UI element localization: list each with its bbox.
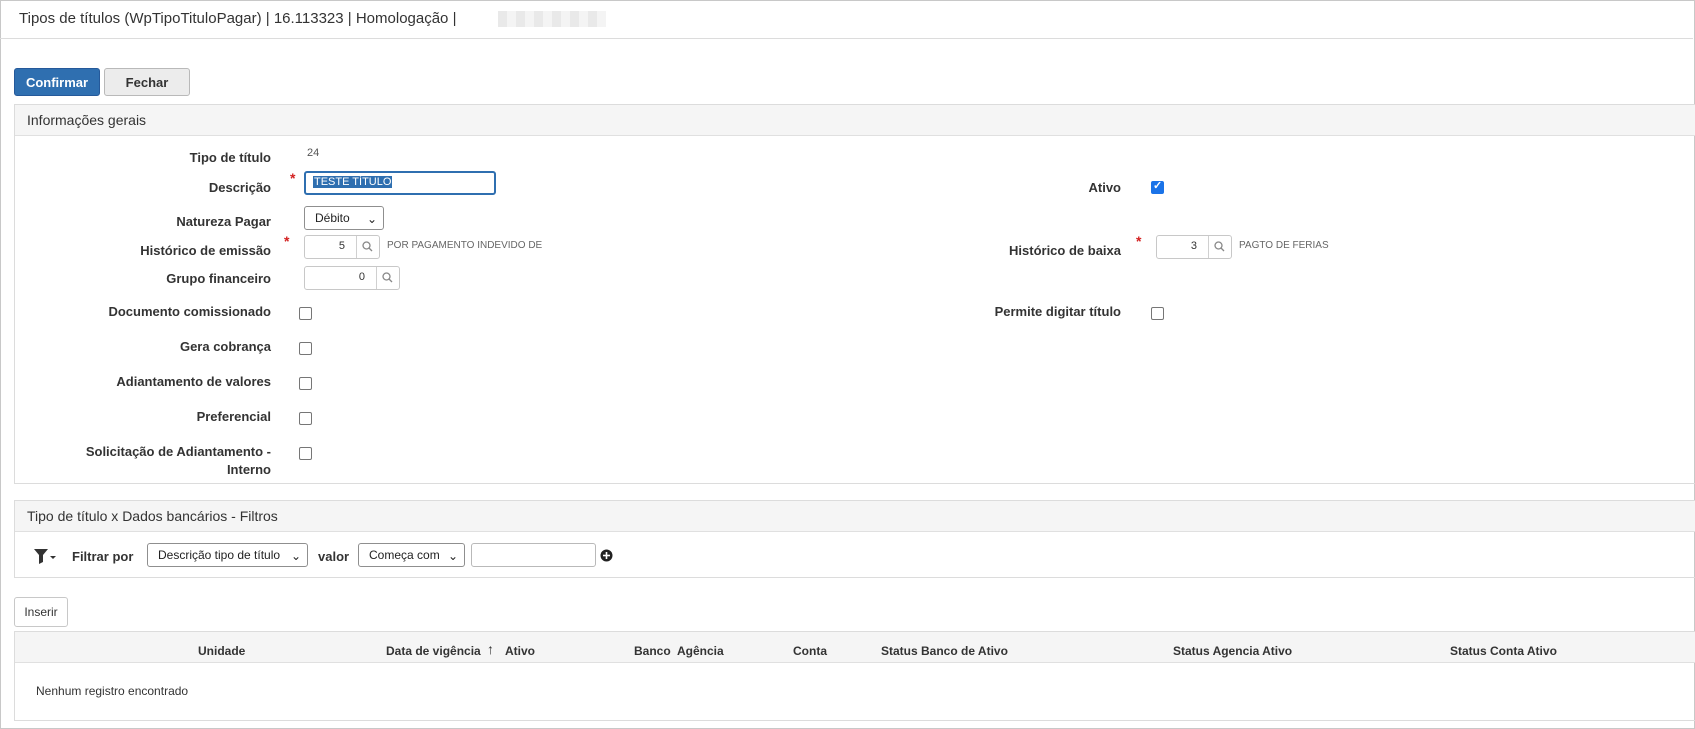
hist-baixa-input[interactable]: 3 <box>1156 235 1232 259</box>
search-icon[interactable] <box>361 240 374 253</box>
filter-value-input[interactable] <box>471 543 596 567</box>
general-info-header: Informações gerais <box>15 105 1695 136</box>
solicitacao-label-line1: Solicitação de Adiantamento - <box>85 444 271 459</box>
preferencial-checkbox[interactable] <box>299 412 312 425</box>
hist-emissao-value: 5 <box>338 240 345 252</box>
hist-emissao-input[interactable]: 5 <box>304 235 380 259</box>
solicitacao-checkbox[interactable] <box>299 447 312 460</box>
doc-comissionado-label: Documento comissionado <box>108 304 271 319</box>
adiantamento-label: Adiantamento de valores <box>116 374 271 389</box>
ativo-label: Ativo <box>1088 180 1122 195</box>
search-icon[interactable] <box>1213 240 1226 253</box>
col-unidade[interactable]: Unidade <box>198 644 245 658</box>
descricao-input[interactable]: TESTE TÍTULO <box>304 171 496 195</box>
tipo-titulo-value: 24 <box>307 147 320 159</box>
doc-comissionado-checkbox[interactable] <box>299 307 312 320</box>
confirm-button[interactable]: Confirmar <box>14 68 100 96</box>
ativo-checkbox[interactable] <box>1151 179 1164 194</box>
hist-emissao-desc: POR PAGAMENTO INDEVIDO DE <box>387 240 543 251</box>
col-status-conta[interactable]: Status Conta Ativo <box>1450 644 1557 658</box>
gera-cobranca-label: Gera cobrança <box>179 339 271 354</box>
col-status-agencia[interactable]: Status Agencia Ativo <box>1173 644 1292 658</box>
col-banco[interactable]: Banco <box>634 644 671 658</box>
col-conta[interactable]: Conta <box>793 644 827 658</box>
hist-baixa-desc: PAGTO DE FERIAS <box>1239 240 1329 251</box>
solicitacao-label-line2: Interno <box>226 462 271 477</box>
col-data-vigencia[interactable]: Data de vigência <box>386 644 481 658</box>
data-table <box>14 631 1695 721</box>
natureza-select-value: Débito <box>315 211 350 225</box>
required-marker: * <box>290 170 296 186</box>
grupo-value: 0 <box>358 271 365 283</box>
chevron-down-icon: ⌄ <box>447 549 458 563</box>
sort-up-icon[interactable]: ↑ <box>487 641 494 657</box>
preferencial-label: Preferencial <box>196 409 271 424</box>
required-marker: * <box>284 233 290 249</box>
add-filter-icon[interactable] <box>600 549 613 562</box>
gera-cobranca-checkbox[interactable] <box>299 342 312 355</box>
filter-field-value: Descrição tipo de título <box>158 548 281 562</box>
hist-baixa-value: 3 <box>1190 240 1197 252</box>
permite-digitar-checkbox[interactable] <box>1151 307 1164 320</box>
empty-message: Nenhum registro encontrado <box>36 684 189 698</box>
grupo-input[interactable]: 0 <box>304 266 400 290</box>
tipo-titulo-label: Tipo de título <box>189 150 271 165</box>
title-bar: Tipos de títulos (WpTipoTituloPagar) | 1… <box>0 0 1693 39</box>
col-status-banco[interactable]: Status Banco de Ativo <box>881 644 1008 658</box>
filters-header: Tipo de título x Dados bancários - Filtr… <box>15 501 1695 532</box>
table-header <box>15 632 1695 663</box>
filter-icon[interactable] <box>33 547 57 565</box>
natureza-select[interactable]: Débito ⌄ <box>304 206 384 230</box>
descricao-input-value: TESTE TÍTULO <box>313 176 393 188</box>
close-button[interactable]: Fechar <box>104 68 190 96</box>
col-agencia[interactable]: Agência <box>677 644 724 658</box>
redacted-area <box>498 11 606 27</box>
value-label: valor <box>318 549 350 564</box>
filter-operator-select[interactable]: Começa com ⌄ <box>358 543 465 567</box>
search-icon[interactable] <box>381 271 394 284</box>
col-ativo[interactable]: Ativo <box>505 644 535 658</box>
insert-button[interactable]: Inserir <box>14 597 68 627</box>
descricao-label: Descrição <box>208 180 271 195</box>
permite-digitar-label: Permite digitar título <box>994 304 1121 319</box>
required-marker: * <box>1136 233 1142 249</box>
chevron-down-icon: ⌄ <box>290 549 301 563</box>
chevron-down-icon: ⌄ <box>366 212 377 226</box>
filter-field-select[interactable]: Descrição tipo de título ⌄ <box>147 543 308 567</box>
window-title: Tipos de títulos (WpTipoTituloPagar) | 1… <box>19 10 457 27</box>
grupo-label: Grupo financeiro <box>166 271 271 286</box>
filter-operator-value: Começa com <box>369 548 440 562</box>
adiantamento-checkbox[interactable] <box>299 377 312 390</box>
natureza-label: Natureza Pagar <box>176 214 271 229</box>
hist-baixa-label: Histórico de baixa <box>1009 243 1121 258</box>
filter-by-label: Filtrar por <box>72 549 134 564</box>
hist-emissao-label: Histórico de emissão <box>140 243 271 258</box>
